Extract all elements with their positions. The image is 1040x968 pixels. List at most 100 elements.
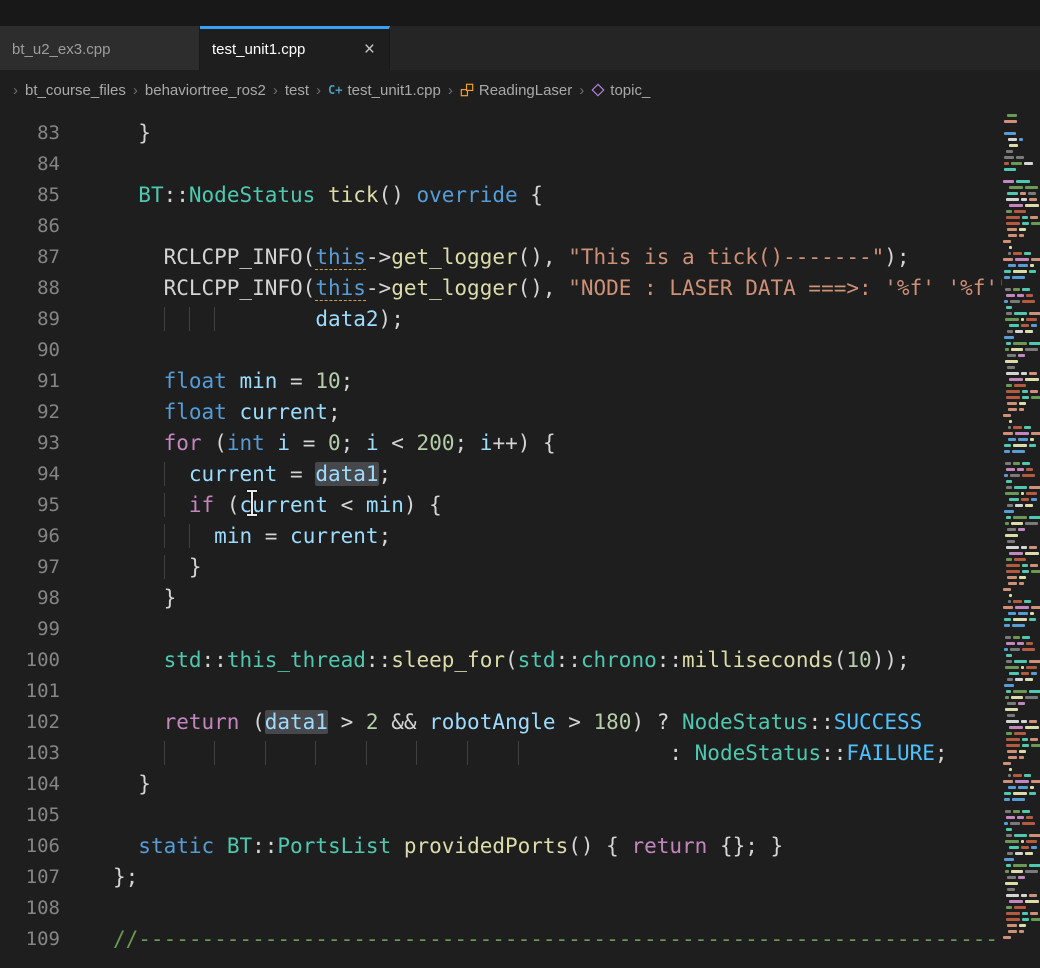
minimap-line	[1002, 612, 1040, 615]
code-line[interactable]: 104 }	[0, 769, 1002, 800]
code-token: min	[366, 493, 404, 517]
code-line[interactable]: 83 }	[0, 118, 1002, 149]
code-line[interactable]: 100 std::this_thread::sleep_for(std::chr…	[0, 645, 1002, 676]
code-token: (	[214, 493, 239, 517]
breadcrumb-item[interactable]: C+test_unit1.cpp	[328, 82, 441, 99]
code-token: if	[189, 493, 214, 517]
minimap-line	[1002, 504, 1040, 507]
code-token: =	[252, 524, 290, 548]
code-line[interactable]: 101	[0, 676, 1002, 707]
close-icon[interactable]: ×	[362, 39, 377, 61]
editor: 83 }8485 BT::NodeStatus tick() override …	[0, 110, 1040, 968]
code-line[interactable]: 106 static BT::PortsList providedPorts()…	[0, 831, 1002, 862]
code-token: }	[189, 555, 202, 579]
minimap-line	[1002, 582, 1040, 585]
minimap-line	[1002, 522, 1040, 525]
code-line[interactable]: 102 return (data1 > 2 && robotAngle > 18…	[0, 707, 1002, 738]
code-token: override	[417, 183, 518, 207]
breadcrumb-item[interactable]: bt_course_files	[25, 82, 126, 99]
code-token	[113, 400, 164, 424]
breadcrumb-label: behaviortree_ros2	[145, 82, 266, 99]
chevron-right-icon: ›	[13, 82, 18, 99]
code-line[interactable]: 105	[0, 800, 1002, 831]
minimap-line	[1002, 888, 1040, 891]
code-line[interactable]: 89 data2);	[0, 304, 1002, 335]
code-line[interactable]: 93 for (int i = 0; i < 200; i++) {	[0, 428, 1002, 459]
minimap-line	[1002, 360, 1040, 363]
code-text: for (int i = 0; i < 200; i++) {	[70, 428, 556, 459]
code-line[interactable]: 96 min = current;	[0, 521, 1002, 552]
code-token: //--------------------------------------…	[113, 927, 998, 951]
code-token: robotAngle	[429, 710, 555, 734]
breadcrumb-item[interactable]: topic_	[591, 82, 650, 99]
code-line[interactable]: 87 RCLCPP_INFO(this->get_logger(), "This…	[0, 242, 1002, 273]
code-token: (	[834, 648, 847, 672]
code-token	[214, 834, 227, 858]
line-number: 89	[0, 304, 70, 335]
code-line[interactable]: 98 }	[0, 583, 1002, 614]
code-text	[70, 676, 113, 707]
code-line[interactable]: 109//-----------------------------------…	[0, 924, 1002, 955]
minimap-line	[1002, 864, 1040, 867]
minimap-line	[1002, 648, 1040, 651]
code-token	[113, 121, 138, 145]
code-token: (	[303, 276, 316, 300]
minimap-line	[1002, 456, 1040, 459]
code-token: get_logger	[391, 276, 517, 300]
code-text: return (data1 > 2 && robotAngle > 180) ?…	[70, 707, 922, 738]
code-line[interactable]: 90	[0, 335, 1002, 366]
code-line[interactable]: 99	[0, 614, 1002, 645]
minimap-line	[1002, 198, 1040, 201]
code-text: : NodeStatus::FAILURE;	[70, 738, 948, 769]
code-line[interactable]: 97 }	[0, 552, 1002, 583]
code-token	[315, 741, 366, 765]
code-line[interactable]: 92 float current;	[0, 397, 1002, 428]
minimap-line	[1002, 222, 1040, 225]
code-line[interactable]: 95 if (current < min) {	[0, 490, 1002, 521]
breadcrumb-item[interactable]: behaviortree_ros2	[145, 82, 266, 99]
code-token: ) ?	[631, 710, 682, 734]
line-number: 107	[0, 862, 70, 893]
minimap-line	[1002, 174, 1040, 177]
code-token	[164, 524, 189, 548]
line-number: 108	[0, 893, 70, 924]
breadcrumb-item[interactable]: ReadingLaser	[460, 82, 572, 99]
code-token	[113, 462, 164, 486]
line-number: 102	[0, 707, 70, 738]
code-line[interactable]: 88 RCLCPP_INFO(this->get_logger(), "NODE…	[0, 273, 1002, 304]
code-line[interactable]: 84	[0, 149, 1002, 180]
tab-bt-u2-ex3[interactable]: bt_u2_ex3.cpp	[0, 26, 200, 70]
minimap-line	[1002, 528, 1040, 531]
code-line[interactable]: 108	[0, 893, 1002, 924]
code-text: static BT::PortsList providedPorts() { r…	[70, 831, 783, 862]
code-line[interactable]: 86	[0, 211, 1002, 242]
minimap-line	[1002, 126, 1040, 129]
code-text: RCLCPP_INFO(this->get_logger(), "NODE : …	[70, 273, 1002, 304]
minimap-line	[1002, 342, 1040, 345]
minimap-line	[1002, 516, 1040, 519]
code-text	[70, 211, 113, 242]
minimap-line	[1002, 642, 1040, 645]
code-line[interactable]: 103 : NodeStatus::FAILURE;	[0, 738, 1002, 769]
code-token: float	[164, 400, 227, 424]
code-token: data2	[315, 307, 378, 331]
code-line[interactable]: 107};	[0, 862, 1002, 893]
code-token: NodeStatus	[189, 183, 315, 207]
code-token	[265, 741, 316, 765]
minimap[interactable]	[1002, 110, 1040, 968]
code-token: ;	[379, 524, 392, 548]
minimap-line	[1002, 444, 1040, 447]
minimap-line	[1002, 420, 1040, 423]
minimap-line	[1002, 744, 1040, 747]
code-line[interactable]: 85 BT::NodeStatus tick() override {	[0, 180, 1002, 211]
code-token: ()	[379, 183, 417, 207]
code-token: }	[138, 772, 151, 796]
tab-test-unit1[interactable]: test_unit1.cpp ×	[200, 26, 390, 70]
code-line[interactable]: 91 float min = 10;	[0, 366, 1002, 397]
minimap-line	[1002, 774, 1040, 777]
code-token	[113, 276, 164, 300]
breadcrumb-item[interactable]: test	[285, 82, 309, 99]
code-line[interactable]: 94 current = data1;	[0, 459, 1002, 490]
code-token	[113, 245, 164, 269]
minimap-line	[1002, 186, 1040, 189]
